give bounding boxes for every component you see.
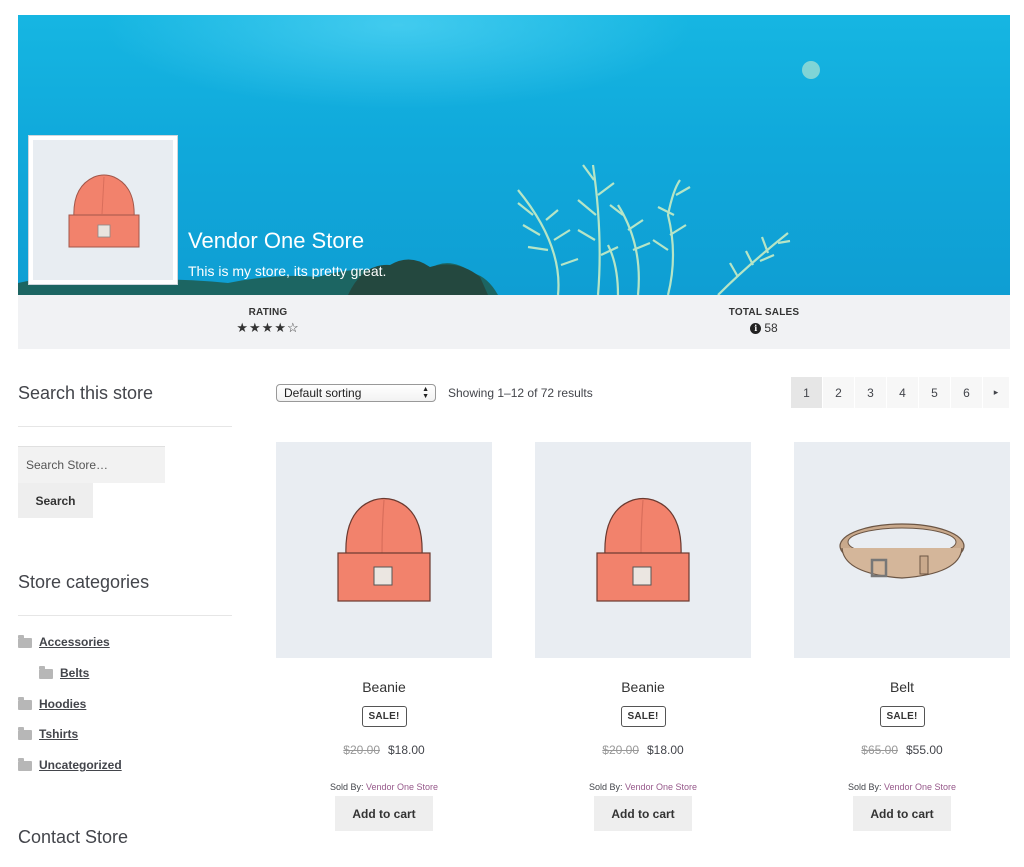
belt-icon	[839, 523, 965, 579]
page-3[interactable]: 3	[855, 377, 886, 408]
sale-price: $55.00	[906, 743, 943, 757]
rating-label: RATING	[248, 307, 288, 318]
product-title[interactable]: Beanie	[535, 679, 751, 695]
beanie-icon	[596, 497, 690, 602]
folder-icon	[18, 758, 32, 771]
page-1[interactable]: 1	[791, 377, 822, 408]
folder-icon	[18, 697, 32, 710]
divider	[18, 426, 232, 427]
total-sales-stat: TOTAL SALES i 58	[714, 307, 814, 335]
category-item-hoodies[interactable]: Hoodies	[18, 697, 86, 711]
sold-by: Sold By: Vendor One Store	[794, 782, 1010, 792]
product-title[interactable]: Belt	[794, 679, 1010, 695]
category-link[interactable]: Accessories	[39, 635, 110, 649]
category-link[interactable]: Hoodies	[39, 697, 86, 711]
sale-badge: SALE!	[879, 706, 925, 727]
old-price: $20.00	[602, 743, 639, 757]
beanie-icon	[337, 497, 431, 602]
sort-select[interactable]: Default sorting ▲ ▼	[276, 384, 436, 402]
store-name: Vendor One Store	[188, 228, 365, 253]
category-item-belts[interactable]: Belts	[39, 666, 89, 680]
store-logo	[29, 136, 177, 284]
add-to-cart-button[interactable]: Add to cart	[335, 796, 433, 831]
sale-badge: SALE!	[620, 706, 666, 727]
select-arrows-icon: ▲ ▼	[422, 386, 429, 400]
sold-by-label: Sold By:	[588, 782, 623, 792]
product-title[interactable]: Beanie	[276, 679, 492, 695]
sale-badge: SALE!	[361, 706, 407, 727]
add-to-cart-button[interactable]: Add to cart	[594, 796, 692, 831]
category-item-tshirts[interactable]: Tshirts	[18, 727, 78, 741]
page-2[interactable]: 2	[823, 377, 854, 408]
search-button[interactable]: Search	[18, 483, 93, 518]
beanie-image[interactable]	[535, 442, 751, 658]
sold-by-label: Sold By:	[329, 782, 364, 792]
info-icon: i	[750, 322, 762, 334]
pagination: 1 2 3 4 5 6 ▸	[791, 377, 1010, 408]
page-5[interactable]: 5	[919, 377, 950, 408]
divider	[18, 615, 232, 616]
folder-icon	[18, 635, 32, 648]
sale-price: $18.00	[388, 743, 425, 757]
sale-price: $18.00	[647, 743, 684, 757]
categories-widget-title: Store categories	[18, 572, 150, 592]
sold-by: Sold By: Vendor One Store	[276, 782, 492, 792]
vendor-link[interactable]: Vendor One Store	[625, 782, 697, 792]
page-6[interactable]: 6	[951, 377, 982, 408]
sold-by: Sold By: Vendor One Store	[535, 782, 751, 792]
product-price: $20.00 $18.00	[276, 743, 492, 757]
beanie-logo-icon	[68, 174, 140, 248]
store-description: This is my store, its pretty great.	[188, 263, 387, 279]
page-4[interactable]: 4	[887, 377, 918, 408]
folder-icon	[18, 727, 32, 740]
category-item-accessories[interactable]: Accessories	[18, 635, 110, 649]
next-page-icon[interactable]: ▸	[983, 377, 1009, 408]
product-card: Beanie SALE! $20.00 $18.00 Sold By: Vendo…	[276, 442, 492, 831]
sort-selected-value: Default sorting	[284, 386, 362, 400]
category-link[interactable]: Uncategorized	[39, 758, 122, 772]
folder-icon	[39, 666, 53, 679]
category-link[interactable]: Tshirts	[39, 727, 78, 741]
sold-by-label: Sold By:	[847, 782, 882, 792]
category-item-uncategorized[interactable]: Uncategorized	[18, 758, 122, 772]
vendor-link[interactable]: Vendor One Store	[884, 782, 956, 792]
belt-image[interactable]	[794, 442, 1010, 658]
add-to-cart-button[interactable]: Add to cart	[853, 796, 951, 831]
old-price: $65.00	[861, 743, 898, 757]
product-card: Belt SALE! $65.00 $55.00 Sold By: Vendor …	[794, 442, 1010, 831]
store-stats-bar: RATING ★★★★☆ TOTAL SALES i 58	[18, 295, 1010, 349]
contact-widget-title: Contact Store	[18, 827, 129, 847]
store-search-input[interactable]	[18, 446, 165, 483]
product-price: $20.00 $18.00	[535, 743, 751, 757]
vendor-link[interactable]: Vendor One Store	[366, 782, 438, 792]
total-sales-value: 58	[764, 321, 778, 335]
category-link[interactable]: Belts	[60, 666, 89, 680]
rating-stat: RATING ★★★★☆	[222, 307, 314, 336]
beanie-image[interactable]	[276, 442, 492, 658]
total-sales-label: TOTAL SALES	[728, 307, 800, 318]
old-price: $20.00	[343, 743, 380, 757]
product-card: Beanie SALE! $20.00 $18.00 Sold By: Vendo…	[535, 442, 751, 831]
product-price: $65.00 $55.00	[794, 743, 1010, 757]
result-count: Showing 1–12 of 72 results	[448, 386, 593, 400]
search-widget-title: Search this store	[18, 383, 154, 403]
rating-stars: ★★★★☆	[236, 320, 300, 335]
